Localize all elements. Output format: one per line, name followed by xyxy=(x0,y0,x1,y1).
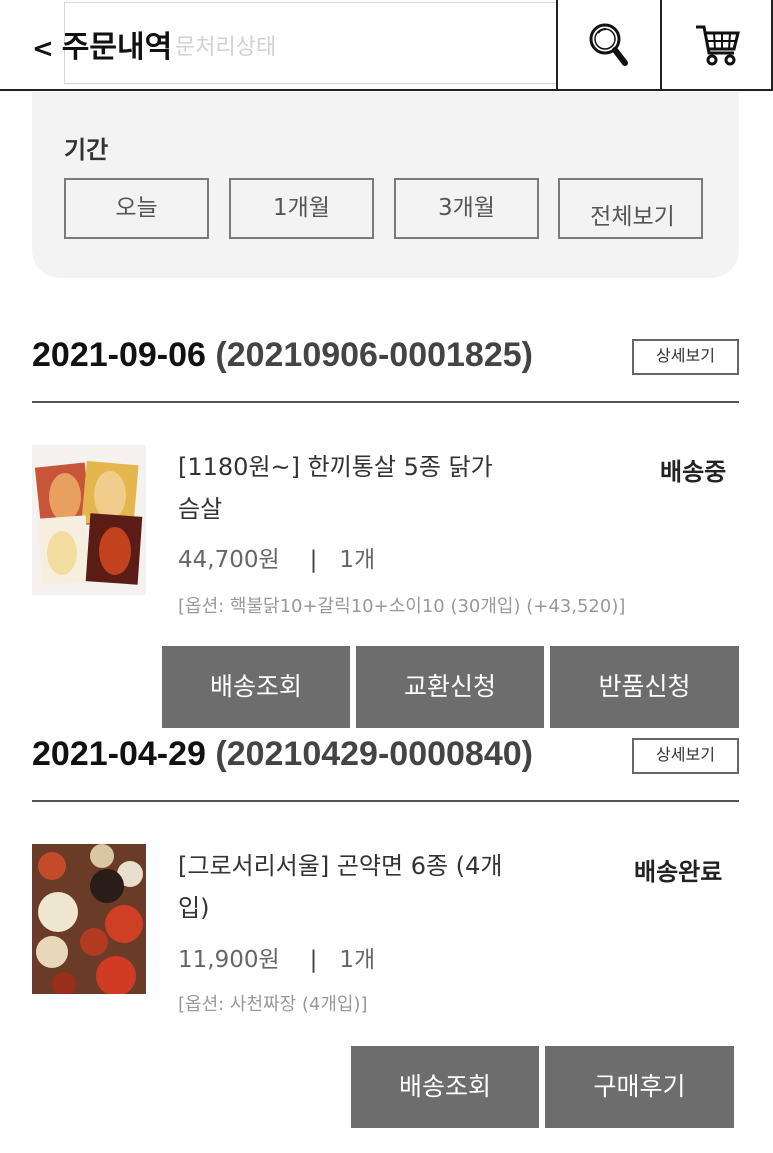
product-price-line: 11,900원 | 1개 xyxy=(178,940,375,974)
product-thumbnail-konjac[interactable] xyxy=(32,844,146,994)
order-date-value: 2021-09-06 xyxy=(32,336,206,374)
product-quantity: 1개 xyxy=(339,547,376,573)
order-number: (20210906-0001825) xyxy=(215,336,533,374)
cart-button[interactable] xyxy=(662,0,773,89)
order-number: (20210429-0000840) xyxy=(215,735,533,773)
product-name[interactable]: [1180원~] 한끼통살 5종 닭가슴살 xyxy=(178,446,508,530)
order-date: 2021-09-06 (20210906-0001825) xyxy=(32,336,533,375)
cart-icon xyxy=(695,25,740,65)
price-separator: | xyxy=(309,947,318,973)
period-3month-button[interactable]: 3개월 xyxy=(394,178,539,239)
product-thumbnail-chicken[interactable] xyxy=(32,445,146,595)
track-delivery-button[interactable]: 배송조회 xyxy=(351,1046,539,1128)
product-name[interactable]: [그로서리서울] 곤약면 6종 (4개입) xyxy=(178,845,508,929)
product-option: [옵션: 핵불닭10+갈릭10+소이10 (30개입) (+43,520)] xyxy=(178,596,626,617)
back-button[interactable]: < 주문내역 xyxy=(32,22,172,66)
product-image xyxy=(32,445,146,595)
page-title: 주문내역 xyxy=(61,30,173,65)
period-all-label: 전체보기 xyxy=(590,203,675,230)
write-review-button[interactable]: 구매후기 xyxy=(545,1046,734,1128)
order-detail-button[interactable]: 상세보기 xyxy=(632,339,739,375)
product-price: 44,700원 xyxy=(178,547,280,573)
product-quantity: 1개 xyxy=(339,947,376,973)
price-separator: | xyxy=(309,547,318,573)
back-arrow-icon: < xyxy=(32,34,54,64)
search-icon xyxy=(589,23,628,66)
order-status-placeholder: 문처리상태 xyxy=(175,35,277,60)
app-header: 문처리상태 < 주문내역 xyxy=(0,0,773,91)
period-1month-button[interactable]: 1개월 xyxy=(229,178,374,239)
order-date: 2021-04-29 (20210429-0000840) xyxy=(32,735,533,774)
order-date-value: 2021-04-29 xyxy=(32,735,206,773)
period-today-button[interactable]: 오늘 xyxy=(64,178,209,239)
return-request-button[interactable]: 반품신청 xyxy=(550,646,739,728)
product-option: [옵션: 사천짜장 (4개입)] xyxy=(178,994,368,1015)
period-filter-panel: 기간 오늘 1개월 3개월 전체보기 xyxy=(32,92,739,278)
track-delivery-button[interactable]: 배송조회 xyxy=(162,646,350,728)
divider xyxy=(32,800,739,802)
divider xyxy=(32,401,739,403)
order-detail-button[interactable]: 상세보기 xyxy=(632,738,739,774)
period-all-button[interactable]: 전체보기 xyxy=(558,178,703,239)
exchange-request-button[interactable]: 교환신청 xyxy=(356,646,544,728)
period-label: 기간 xyxy=(64,136,109,164)
product-image xyxy=(32,844,146,994)
product-price: 11,900원 xyxy=(178,947,280,973)
delivery-status-badge: 배송중 xyxy=(660,458,727,486)
search-button[interactable] xyxy=(556,0,662,89)
delivery-status-badge: 배송완료 xyxy=(634,858,723,886)
product-price-line: 44,700원 | 1개 xyxy=(178,540,375,574)
